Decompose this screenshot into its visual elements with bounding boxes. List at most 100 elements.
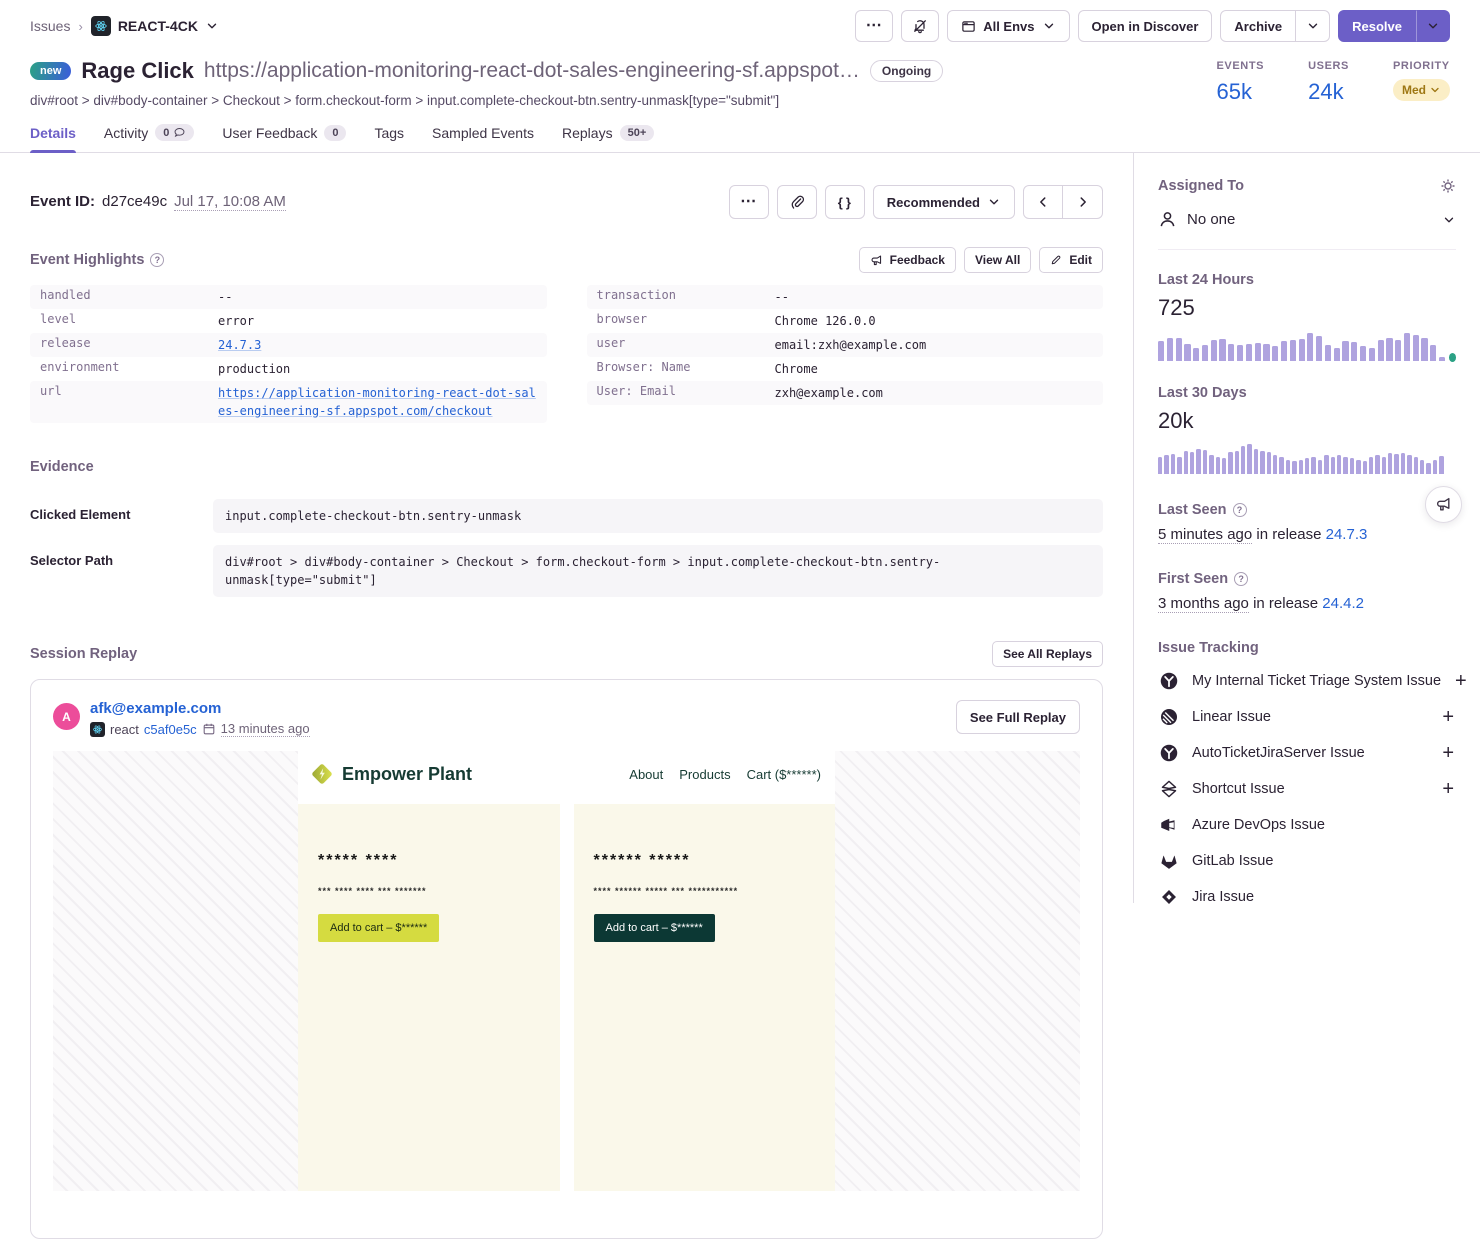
see-all-replays-button[interactable]: See All Replays (992, 641, 1103, 667)
last-seen-release-link[interactable]: 24.7.3 (1326, 526, 1368, 543)
replay-id-link[interactable]: c5af0e5c (144, 722, 197, 737)
event-actions: ⋯ { } Recommended (729, 185, 1103, 219)
tab-user-feedback[interactable]: User Feedback 0 (222, 124, 346, 152)
highlight-key: environment (40, 360, 218, 378)
mute-notifications-button[interactable] (901, 10, 939, 42)
issue-tracking-item[interactable]: My Internal Ticket Triage System Issue + (1158, 669, 1456, 692)
empower-plant-logo-icon (310, 762, 334, 786)
more-actions-button[interactable]: ⋯ (855, 10, 893, 42)
clicked-element-label: Clicked Element (30, 499, 213, 522)
recommended-dropdown[interactable]: Recommended (873, 185, 1015, 219)
replay-time-ago[interactable]: 13 minutes ago (221, 721, 310, 737)
tab-tags[interactable]: Tags (374, 124, 404, 152)
product-card: ***** **** *** **** **** *** ******* Add… (298, 804, 560, 1191)
highlight-value: -- (218, 288, 232, 306)
replay-user-link[interactable]: afk@example.com (90, 700, 310, 717)
site-nav-products: Products (679, 767, 730, 782)
last-24-hours-section: Last 24 Hours 725 (1158, 272, 1456, 361)
gear-icon[interactable] (1440, 178, 1456, 194)
activity-count-badge: 0 (155, 124, 194, 141)
tab-user-feedback-label: User Feedback (222, 125, 317, 141)
breadcrumb-separator: › (78, 19, 82, 34)
issue-tracking-item[interactable]: Jira Issue (1158, 885, 1456, 908)
tab-sampled-events[interactable]: Sampled Events (432, 124, 534, 152)
jira-icon (1158, 886, 1180, 908)
add-issue-button[interactable]: + (1440, 707, 1456, 727)
highlight-row: environmentproduction (30, 357, 547, 381)
tab-sampled-events-label: Sampled Events (432, 125, 534, 141)
highlight-row: levelerror (30, 309, 547, 333)
highlight-row: useremail:zxh@example.com (587, 333, 1104, 357)
all-envs-label: All Envs (983, 19, 1034, 34)
issue-sidebar: Assigned To No one Last 24 Hours 725 Las… (1133, 153, 1480, 903)
issue-tracking-item[interactable]: Shortcut Issue + (1158, 777, 1456, 800)
add-issue-button[interactable]: + (1440, 779, 1456, 799)
feedback-button[interactable]: Feedback (859, 247, 956, 273)
event-header: Event ID: d27ce49c Jul 17, 10:08 AM ⋯ { … (30, 185, 1103, 219)
first-seen-release-link[interactable]: 24.4.2 (1322, 595, 1364, 612)
help-icon[interactable]: ? (1233, 503, 1247, 517)
issue-culprit: div#root > div#body-container > Checkout… (30, 93, 943, 108)
chevron-down-icon (1042, 19, 1056, 33)
archive-dropdown-button[interactable] (1296, 10, 1330, 42)
all-envs-dropdown[interactable]: All Envs (947, 10, 1069, 42)
issue-tracking-item[interactable]: Azure DevOps Issue (1158, 813, 1456, 836)
event-more-button[interactable]: ⋯ (729, 185, 769, 219)
tab-replays[interactable]: Replays 50+ (562, 124, 654, 152)
edit-button[interactable]: Edit (1039, 247, 1103, 273)
issue-url: https://application-monitoring-react-dot… (204, 59, 860, 83)
project-selector[interactable]: REACT-4CK (91, 16, 219, 36)
highlight-key: Browser: Name (597, 360, 775, 378)
assignee-dropdown[interactable]: No one (1158, 210, 1456, 250)
issue-tracking-item[interactable]: Linear Issue + (1158, 705, 1456, 728)
next-event-button[interactable] (1063, 185, 1103, 219)
recommended-label: Recommended (887, 195, 980, 210)
add-issue-button[interactable]: + (1440, 743, 1456, 763)
first-seen-ago[interactable]: 3 months ago (1158, 595, 1249, 613)
previous-event-button[interactable] (1023, 185, 1063, 219)
issue-tracking-item[interactable]: GitLab Issue (1158, 849, 1456, 872)
tab-activity[interactable]: Activity 0 (104, 124, 194, 152)
url-link[interactable]: https://application-monitoring-react-dot… (218, 384, 537, 420)
event-json-button[interactable]: { } (825, 185, 865, 219)
highlight-value: -- (775, 288, 789, 306)
priority-dropdown[interactable]: Med (1393, 79, 1450, 101)
event-link-button[interactable] (777, 185, 817, 219)
open-in-discover-button[interactable]: Open in Discover (1078, 10, 1213, 42)
issue-tracking-label: Shortcut Issue (1192, 781, 1428, 797)
tab-details-label: Details (30, 125, 76, 141)
events-count-link[interactable]: 65k (1216, 79, 1264, 105)
site-brand-name: Empower Plant (342, 764, 472, 785)
selector-path-label: Selector Path (30, 545, 213, 568)
highlight-row: Browser: NameChrome (587, 357, 1104, 381)
resolve-button[interactable]: Resolve (1338, 10, 1416, 42)
last-seen-ago[interactable]: 5 minutes ago (1158, 526, 1252, 544)
floating-feedback-button[interactable] (1425, 486, 1462, 523)
tab-details[interactable]: Details (30, 124, 76, 152)
events-label: EVENTS (1216, 60, 1264, 72)
breadcrumb-issues-link[interactable]: Issues (30, 18, 70, 34)
first-seen-section: First Seen ? 3 months ago in release 24.… (1158, 571, 1456, 612)
linear-icon (1158, 706, 1180, 728)
azure-devops-icon (1158, 814, 1180, 836)
see-full-replay-button[interactable]: See Full Replay (956, 700, 1080, 734)
window-icon (961, 19, 976, 34)
issue-tracking-item[interactable]: AutoTicketJiraServer Issue + (1158, 741, 1456, 764)
help-icon[interactable]: ? (150, 253, 164, 267)
resolve-dropdown-button[interactable] (1416, 10, 1450, 42)
event-id-value: d27ce49c (102, 193, 167, 210)
event-timestamp[interactable]: Jul 17, 10:08 AM (174, 193, 286, 211)
archive-button[interactable]: Archive (1220, 10, 1296, 42)
replay-preview[interactable]: Empower Plant About Products Cart ($****… (53, 751, 1080, 1191)
help-icon[interactable]: ? (1234, 572, 1248, 586)
tab-replays-label: Replays (562, 125, 613, 141)
edit-label: Edit (1069, 253, 1092, 267)
add-issue-button[interactable]: + (1453, 671, 1469, 691)
release-link[interactable]: 24.7.3 (218, 336, 261, 354)
view-all-button[interactable]: View All (964, 247, 1031, 273)
tab-activity-label: Activity (104, 125, 148, 141)
chevron-down-icon (205, 19, 219, 33)
users-count-link[interactable]: 24k (1308, 79, 1349, 105)
last-30-days-total: 20k (1158, 408, 1456, 434)
replay-card: A afk@example.com react c5af0e5c 13 minu (30, 679, 1103, 1239)
